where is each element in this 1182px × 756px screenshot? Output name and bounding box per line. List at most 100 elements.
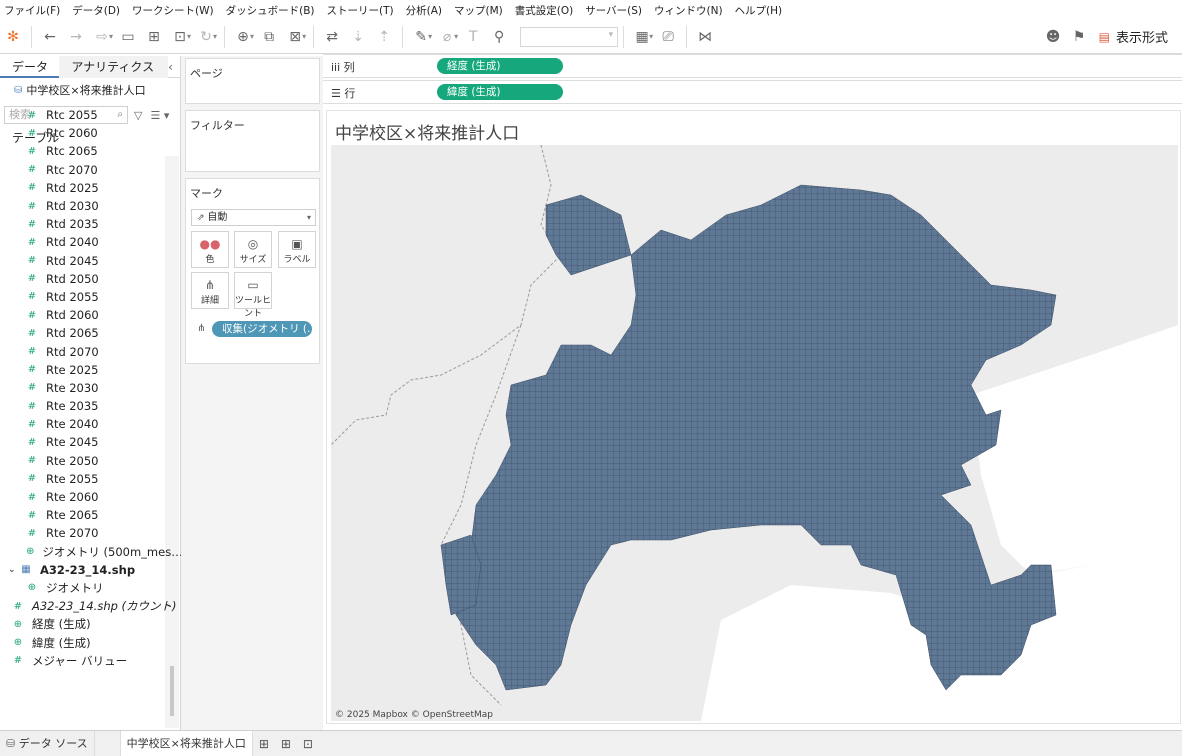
field-item[interactable]: # Rtd 2055 (0, 288, 181, 306)
pin-icon[interactable]: ⚲ (486, 24, 512, 50)
expand-chevron-icon[interactable]: ⌄ (8, 565, 16, 575)
menu-item[interactable]: ウィンドウ(N) (654, 3, 723, 18)
menu-item[interactable]: ダッシュボード(B) (226, 3, 315, 18)
new-dashboard-icon[interactable]: ⊞ (275, 737, 297, 751)
field-item[interactable]: # A32-23_14.shp (カウント) (0, 597, 181, 615)
sort-ascending-icon[interactable]: ⇣ (345, 24, 371, 50)
measure-icon: # (27, 109, 37, 121)
menu-item[interactable]: ワークシート(W) (132, 3, 214, 18)
swap-icon[interactable]: ⇄ (319, 24, 345, 50)
rows-shelf[interactable]: ☰ 行 緯度 (生成) (323, 80, 1182, 104)
menu-item[interactable]: マップ(M) (454, 3, 503, 18)
field-item[interactable]: ⊕ ジオメトリ (0, 579, 181, 597)
format-painter-icon[interactable]: ⚑ (1066, 24, 1092, 50)
tab-datasource[interactable]: ⛁ データ ソース (0, 730, 95, 756)
field-item[interactable]: # Rtd 2045 (0, 252, 181, 270)
tooltip-button[interactable]: ▭ ツールヒント (234, 272, 272, 319)
measure-icon: # (27, 145, 37, 157)
tab-data[interactable]: データ (0, 56, 60, 78)
filters-card[interactable]: フィルター (185, 110, 320, 172)
measure-icon: # (27, 364, 37, 376)
color-button[interactable]: ●● 色 (191, 231, 229, 268)
field-item[interactable]: # Rte 2045 (0, 433, 181, 451)
tab-analytics[interactable]: アナリティクス (59, 56, 169, 78)
new-story-icon[interactable]: ⊡ (297, 737, 319, 751)
menu-item[interactable]: ストーリー(T) (327, 3, 394, 18)
color-label: 色 (205, 255, 215, 265)
scrollbar-thumb[interactable] (170, 666, 174, 716)
new-datasource-icon[interactable]: ⊞ (141, 24, 167, 50)
detail-pill[interactable]: 収集(ジオメトリ (... (212, 321, 312, 337)
map[interactable]: © 2025 Mapbox © OpenStreetMap (331, 145, 1178, 721)
field-label: Rtc 2060 (46, 126, 98, 141)
presentation-mode-icon[interactable]: ⎚ (655, 24, 681, 50)
show-me-button[interactable]: ▤ 表示形式 (1099, 27, 1168, 47)
field-item[interactable]: # Rtd 2050 (0, 270, 181, 288)
field-item[interactable]: ⊕ 緯度 (生成) (0, 633, 181, 651)
field-item[interactable]: # Rtd 2070 (0, 342, 181, 360)
field-label: Rtd 2045 (46, 253, 99, 268)
duplicate-icon[interactable]: ⧉ (256, 24, 282, 50)
field-label: ジオメトリ (500m_mes… (42, 544, 181, 559)
measure-icon: # (27, 473, 37, 485)
share-icon[interactable]: ⋈ (692, 24, 718, 50)
menu-item[interactable]: ファイル(F) (4, 3, 60, 18)
measure-icon: # (27, 491, 37, 503)
field-item[interactable]: # Rte 2055 (0, 470, 181, 488)
field-item[interactable]: # Rte 2065 (0, 506, 181, 524)
collapse-pane-icon[interactable]: ‹ (168, 56, 180, 77)
field-label: Rtd 2065 (46, 326, 99, 341)
field-item[interactable]: ⌄ ▦ A32-23_14.shp (0, 561, 181, 579)
field-item[interactable]: # Rtc 2060 (0, 124, 181, 142)
redo-icon[interactable]: → (63, 24, 89, 50)
menu-item[interactable]: 分析(A) (406, 3, 442, 18)
tableau-logo-icon[interactable]: ✻ (0, 24, 26, 50)
field-item[interactable]: # Rtd 2040 (0, 233, 181, 251)
label-button[interactable]: ▣ ラベル (278, 231, 316, 268)
save-icon[interactable]: ▭ (115, 24, 141, 50)
field-item[interactable]: ⊕ 経度 (生成) (0, 615, 181, 633)
field-item[interactable]: # Rtd 2065 (0, 324, 181, 342)
field-item[interactable]: # Rte 2035 (0, 397, 181, 415)
toolbar-separator (224, 25, 226, 48)
field-item[interactable]: # Rtc 2065 (0, 142, 181, 160)
mark-type-select[interactable]: ⇗ 自動 ▾ (191, 209, 316, 226)
field-item[interactable]: # Rtd 2060 (0, 306, 181, 324)
menu-item[interactable]: 書式設定(O) (515, 3, 573, 18)
field-item[interactable]: # Rte 2060 (0, 488, 181, 506)
size-button[interactable]: ◎ サイズ (234, 231, 272, 268)
datasource-item[interactable]: ⛁ 中学校区×将来推計人口 (0, 78, 180, 102)
fit-select[interactable] (520, 26, 619, 47)
columns-label: iii 列 (331, 59, 355, 75)
field-item[interactable]: # Rte 2070 (0, 524, 181, 542)
tableau-ai-icon[interactable]: ☻ (1040, 24, 1066, 50)
size-icon: ◎ (247, 237, 259, 251)
field-item[interactable]: # Rtd 2025 (0, 179, 181, 197)
columns-pill[interactable]: 経度 (生成) (437, 58, 563, 74)
field-item[interactable]: # Rtc 2070 (0, 161, 181, 179)
tab-sheet[interactable]: 中学校区×将来推計人口 (120, 730, 253, 756)
label-icon[interactable]: T (460, 24, 486, 50)
sort-descending-icon[interactable]: ⇡ (371, 24, 397, 50)
field-item[interactable]: # Rtd 2035 (0, 215, 181, 233)
rows-label-text: 行 (344, 87, 356, 100)
columns-shelf[interactable]: iii 列 経度 (生成) (323, 54, 1182, 78)
new-worksheet-icon[interactable]: ⊞ (253, 737, 275, 751)
menu-item[interactable]: データ(D) (72, 3, 120, 18)
field-item[interactable]: # Rte 2025 (0, 361, 181, 379)
view-title[interactable]: 中学校区×将来推計人口 (335, 119, 519, 144)
field-item[interactable]: # Rte 2030 (0, 379, 181, 397)
undo-icon[interactable]: ← (37, 24, 63, 50)
menu-item[interactable]: サーバー(S) (585, 3, 642, 18)
datasource-icon: ⛁ (14, 84, 23, 96)
detail-button[interactable]: ⋔ 詳細 (191, 272, 229, 309)
field-item[interactable]: # Rte 2040 (0, 415, 181, 433)
field-item[interactable]: # Rtc 2055 (0, 106, 181, 124)
menu-item[interactable]: ヘルプ(H) (735, 3, 783, 18)
field-item[interactable]: # Rte 2050 (0, 452, 181, 470)
rows-pill[interactable]: 緯度 (生成) (437, 84, 563, 100)
field-item[interactable]: # Rtd 2030 (0, 197, 181, 215)
field-item[interactable]: ⊕ ジオメトリ (500m_mes… (0, 543, 181, 561)
field-item[interactable]: # メジャー バリュー (0, 652, 181, 670)
pages-card[interactable]: ページ (185, 58, 320, 104)
